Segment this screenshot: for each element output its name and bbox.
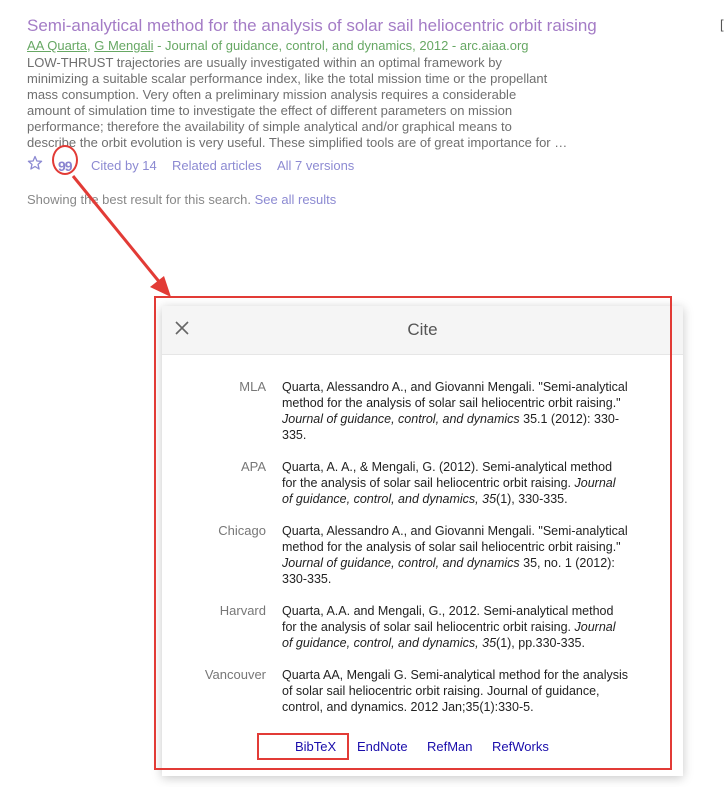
citation-style-label: Vancouver (204, 667, 266, 682)
export-refworks-link[interactable]: RefWorks (492, 739, 549, 754)
citation-fragment: for the analysis of solar sail heliocent… (282, 476, 575, 490)
citation-style-label: APA (240, 459, 266, 474)
citation-line: Quarta AA, Mengali G. Semi-analytical me… (282, 668, 628, 682)
snippet-line: amount of simulation time to investigate… (27, 103, 513, 118)
citation-line: Journal of guidance, control, and dynami… (282, 555, 644, 571)
cite-dialog: Cite MLA Quarta, Alessandro A., and Giov… (162, 306, 683, 776)
citation-line: control, and dynamics. 2012 Jan;35(1):33… (282, 700, 534, 714)
citation-line: Quarta, A.A. and Mengali, G., 2012. Semi… (282, 604, 614, 618)
best-result-note: Showing the best result for this search.… (27, 192, 336, 207)
all-versions-link[interactable]: All 7 versions (277, 158, 354, 173)
see-all-results-link[interactable]: See all results (255, 192, 337, 207)
export-bibtex-link[interactable]: BibTeX (295, 739, 336, 754)
citation-fragment: 35, no. 1 (2012): (519, 556, 615, 570)
citation-line: of guidance, control, and dynamics, 35(1… (282, 491, 644, 507)
result-actions: 99 Cited by 14 Related articles All 7 ve… (27, 155, 687, 177)
journal-italic: Journal (574, 476, 616, 490)
result-authors: AA Quarta, G Mengali - Journal of guidan… (27, 38, 687, 54)
cite-dialog-header: Cite (162, 306, 683, 355)
best-result-text: Showing the best result for this search. (27, 192, 255, 207)
citation-line: for the analysis of solar sail heliocent… (282, 475, 644, 491)
citation-line: Quarta, A. A., & Mengali, G. (2012). Sem… (282, 460, 613, 474)
citation-line: Quarta, Alessandro A., and Giovanni Meng… (282, 380, 628, 394)
citation-style-label: MLA (239, 379, 266, 394)
snippet-line: LOW-THRUST trajectories are usually inve… (27, 55, 502, 70)
snippet-line: minimizing a suitable scalar performance… (27, 71, 548, 86)
citation-style-label: Chicago (218, 523, 266, 538)
citation-fragment: (1), pp.330-335. (496, 636, 585, 650)
result-title-link[interactable]: Semi-analytical method for the analysis … (27, 15, 687, 37)
citation-line: Quarta, Alessandro A., and Giovanni Meng… (282, 524, 628, 538)
snippet-line: describe the orbit evolution is very use… (27, 135, 568, 150)
annotation-circle (52, 145, 78, 175)
citation-text[interactable]: Quarta, A. A., & Mengali, G. (2012). Sem… (282, 459, 644, 507)
result-snippet: LOW-THRUST trajectories are usually inve… (27, 55, 572, 151)
citation-fragment: (1), 330-335. (496, 492, 568, 506)
citation-line: 330-335. (282, 572, 332, 586)
citation-text[interactable]: Quarta, A.A. and Mengali, G., 2012. Semi… (282, 603, 644, 651)
citation-line: 335. (282, 428, 307, 442)
journal-italic: Journal of guidance, control, and dynami… (282, 556, 520, 570)
author-link-mengali[interactable]: G Mengali (94, 38, 153, 53)
author-link-quarta[interactable]: AA Quarta (27, 38, 87, 53)
result-source: - Journal of guidance, control, and dyna… (153, 38, 529, 53)
snippet-line: performance; therefore the availability … (27, 119, 512, 134)
citation-style-label: Harvard (219, 603, 266, 618)
export-refman-link[interactable]: RefMan (427, 739, 473, 754)
related-articles-link[interactable]: Related articles (172, 158, 262, 173)
cited-by-link[interactable]: Cited by 14 (91, 158, 157, 173)
journal-italic: Journal (574, 620, 616, 634)
citation-line: method for the analysis of solar sail he… (282, 396, 621, 410)
export-endnote-link[interactable]: EndNote (357, 739, 408, 754)
citation-line: Journal of guidance, control, and dynami… (282, 411, 644, 427)
citation-line: of guidance, control, and dynamics, 35(1… (282, 635, 644, 651)
citation-line: of solar sail heliocentric orbit raising… (282, 684, 600, 698)
save-star-icon[interactable] (27, 155, 43, 171)
journal-italic: Journal of guidance, control, and dynami… (282, 412, 520, 426)
snippet-line: mass consumption. Very often a prelimina… (27, 87, 517, 102)
citation-text[interactable]: Quarta, Alessandro A., and Giovanni Meng… (282, 379, 644, 443)
citation-text[interactable]: Quarta AA, Mengali G. Semi-analytical me… (282, 667, 644, 715)
journal-italic: of guidance, control, and dynamics, 35 (282, 636, 497, 650)
cite-dialog-title: Cite (407, 320, 438, 339)
search-result: Semi-analytical method for the analysis … (27, 15, 687, 177)
citation-text[interactable]: Quarta, Alessandro A., and Giovanni Meng… (282, 523, 644, 587)
journal-italic: of guidance, control, and dynamics, 35 (282, 492, 497, 506)
edge-bracket: [ (720, 17, 724, 32)
citation-line: method for the analysis of solar sail he… (282, 540, 621, 554)
citation-fragment: 35.1 (2012): 330- (519, 412, 620, 426)
citation-fragment: for the analysis of solar sail heliocent… (282, 620, 575, 634)
citation-line: for the analysis of solar sail heliocent… (282, 619, 644, 635)
